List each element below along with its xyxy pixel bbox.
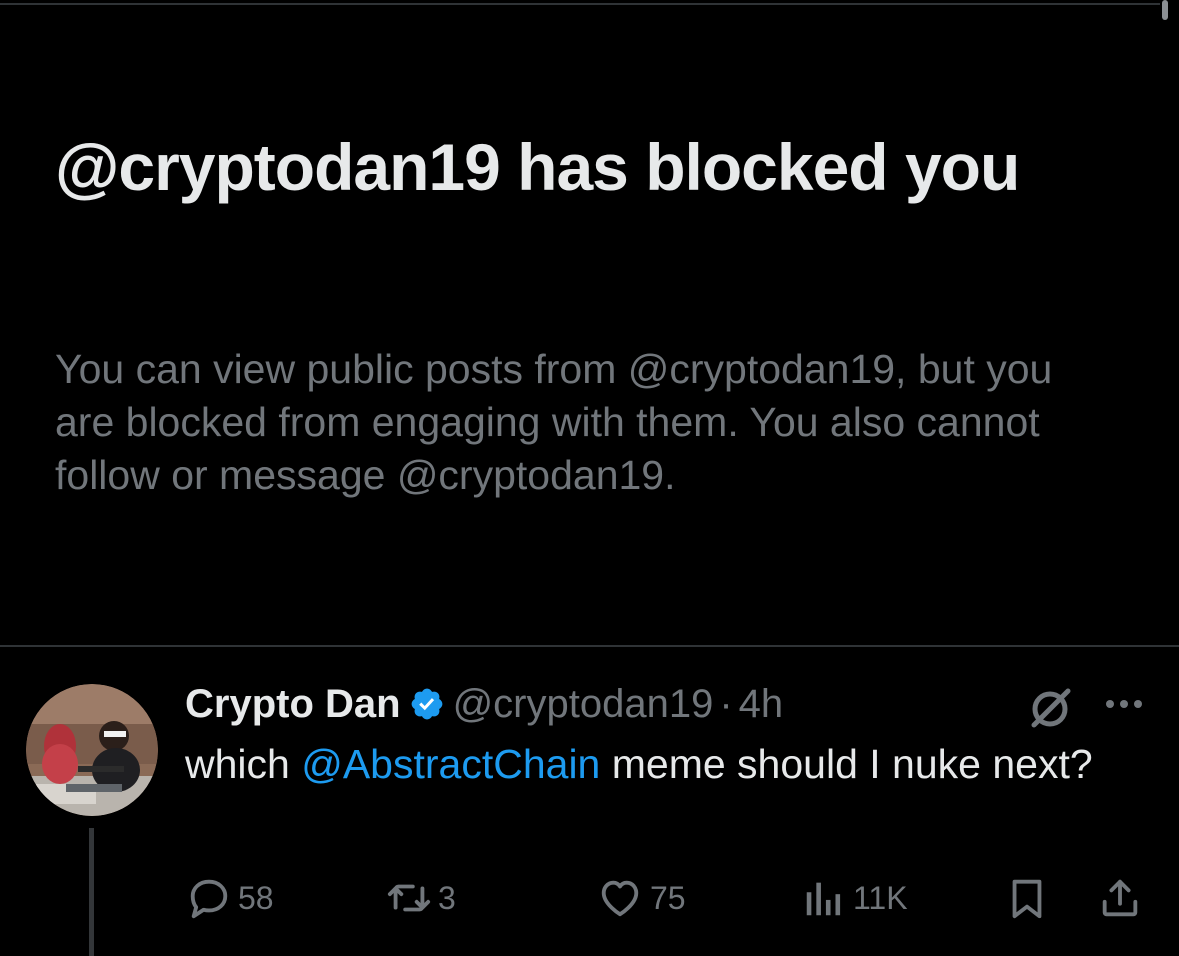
author-handle[interactable]: @cryptodan19 xyxy=(453,682,714,727)
post-text-start: which xyxy=(185,741,302,787)
more-options-icon[interactable] xyxy=(1100,692,1148,716)
blocked-title: @cryptodan19 has blocked you xyxy=(55,130,1020,204)
repost-icon xyxy=(387,884,431,912)
post-text: which @AbstractChain meme should I nuke … xyxy=(185,737,1145,791)
mention-link[interactable]: @AbstractChain xyxy=(301,741,600,787)
repost-button[interactable]: 3 xyxy=(386,874,456,922)
share-icon xyxy=(1102,879,1138,917)
post-time[interactable]: 4h xyxy=(739,682,784,727)
thread-line xyxy=(89,828,94,956)
views-icon xyxy=(806,882,841,916)
top-divider xyxy=(0,3,1160,5)
post-text-end: meme should I nuke next? xyxy=(600,741,1093,787)
bookmark-button[interactable] xyxy=(1004,874,1050,922)
avatar-image xyxy=(26,684,158,816)
reply-count: 58 xyxy=(238,879,274,916)
like-count: 75 xyxy=(650,879,686,916)
verified-badge-icon xyxy=(411,688,442,720)
views-button[interactable]: 11K xyxy=(801,874,908,922)
post-header: Crypto Dan @cryptodan19 · 4h xyxy=(185,678,783,730)
reply-button[interactable]: 58 xyxy=(186,874,274,922)
scrollbar-thumb[interactable] xyxy=(1162,0,1168,20)
like-button[interactable]: 75 xyxy=(596,874,686,922)
avatar[interactable] xyxy=(26,684,158,816)
views-count: 11K xyxy=(853,879,908,916)
blocked-description: You can view public posts from @cryptoda… xyxy=(55,346,1053,498)
bookmark-icon xyxy=(1012,879,1042,919)
share-button[interactable] xyxy=(1097,874,1143,922)
author-name[interactable]: Crypto Dan xyxy=(185,682,401,727)
reply-icon xyxy=(190,879,228,919)
repost-count: 3 xyxy=(438,879,456,916)
separator-dot: · xyxy=(719,681,733,726)
grok-icon[interactable] xyxy=(1026,684,1074,732)
heart-icon xyxy=(601,880,639,917)
section-divider xyxy=(0,645,1179,647)
